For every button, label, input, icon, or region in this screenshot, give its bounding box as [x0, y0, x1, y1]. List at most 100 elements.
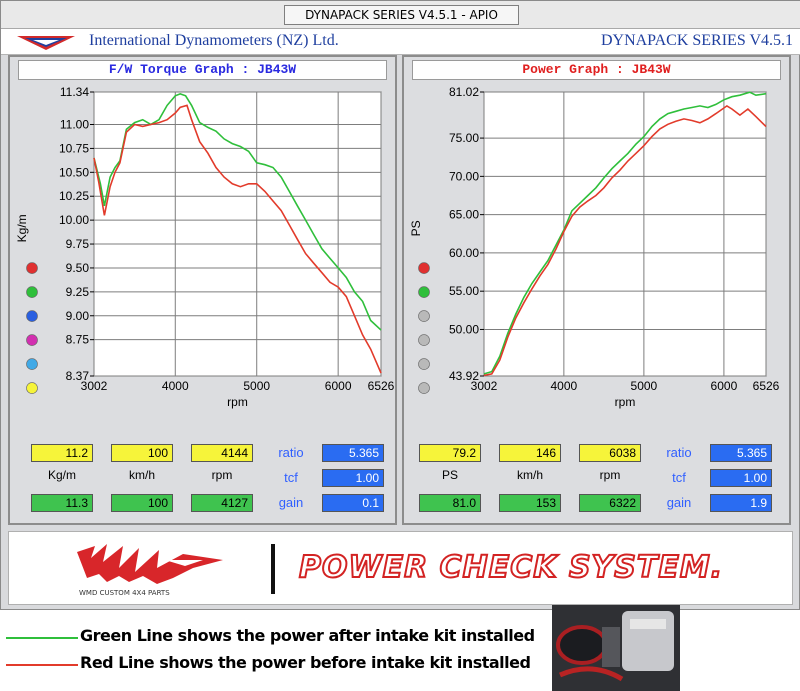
channel-indicator-icon — [418, 382, 430, 394]
power-y-tick-label: 65.00 — [449, 208, 479, 222]
tcf-value: 1.00 — [322, 469, 384, 487]
power-y-tick-label: 75.00 — [449, 131, 479, 145]
current-speed-value: 100 — [111, 444, 173, 462]
power-y-tick-label: 50.00 — [449, 322, 479, 336]
torque-unit-label: Kg/m — [47, 468, 76, 482]
current-rpm-value: 4144 — [191, 444, 253, 462]
channel-indicator-icon — [418, 334, 430, 346]
torque-panel: F/W Torque Graph : JB43W 3002 4000 5000 600… — [8, 55, 397, 525]
power-graph-title: Power Graph : JB43W — [412, 60, 781, 80]
channel-indicator-icon — [26, 382, 38, 394]
power-y-tick-label: 55.00 — [449, 284, 479, 298]
tcf-value: 1.00 — [710, 469, 772, 487]
channel-indicator-icon — [418, 310, 430, 322]
current-torque-value: 11.2 — [31, 444, 93, 462]
banner-divider — [271, 544, 275, 594]
series-name: DYNAPACK SERIES V4.5.1 — [600, 32, 793, 49]
current-rpm-value: 6038 — [579, 444, 641, 462]
channel-indicator-icon — [26, 334, 38, 346]
torque-y-tick-label: 11.00 — [60, 118, 89, 132]
current-speed-value: 146 — [499, 444, 561, 462]
gain-value: 0.1 — [322, 494, 384, 512]
dyno-logo-icon — [17, 36, 75, 50]
channel-indicator-icon — [26, 358, 38, 370]
gain-label: gain — [278, 495, 304, 510]
power-readout: 79.2 146 6038 PS km/h rpm 81.0 153 6322 … — [411, 440, 786, 520]
engine-bay-photo-icon — [552, 605, 680, 691]
power-y-tick-label: 60.00 — [449, 246, 479, 260]
torque-y-tick-label: 9.25 — [66, 285, 90, 299]
brand-bar: International Dynamometers (NZ) Ltd. DYN… — [1, 29, 800, 55]
channel-indicator-icon — [418, 358, 430, 370]
torque-y-tick-label: 9.75 — [66, 237, 90, 251]
ratio-label: ratio — [278, 445, 304, 460]
power-y-tick-label: 81.02 — [449, 85, 479, 99]
peak-power-value: 81.0 — [419, 494, 481, 512]
torque-y-tick-label: 10.50 — [59, 165, 89, 179]
channel-indicator-icon — [26, 262, 38, 274]
power-x-tick-label: 6526 — [753, 379, 780, 393]
green-legend-text: Green Line shows the power after intake … — [80, 626, 535, 645]
channel-indicator-icon — [418, 262, 430, 274]
torque-chart: 3002 4000 5000 6000 652611.3411.0010.7510.50… — [15, 85, 395, 409]
power-y-tick-label: 70.00 — [449, 169, 479, 183]
torque-x-tick-label: 6526 — [368, 379, 395, 393]
intake-kit-photo — [552, 605, 680, 691]
current-power-value: 79.2 — [419, 444, 481, 462]
company-name: International Dynamometers (NZ) Ltd. — [89, 32, 339, 49]
torque-x-axis-label: rpm — [227, 395, 248, 409]
peak-torque-value: 11.3 — [31, 494, 93, 512]
window-title: DYNAPACK SERIES V4.5.1 - APIO — [284, 5, 519, 25]
torque-readout: 11.2 100 4144 Kg/m km/h rpm 11.3 100 412… — [17, 440, 392, 520]
power-x-tick-label: 6000 — [711, 379, 738, 393]
red-legend-text: Red Line shows the power before intake k… — [80, 653, 531, 672]
peak-speed-value: 100 — [111, 494, 173, 512]
power-y-axis-label: PS — [409, 220, 423, 236]
torque-y-tick-label: 10.25 — [59, 189, 89, 203]
power-x-tick-label: 5000 — [631, 379, 658, 393]
torque-y-tick-label: 11.34 — [60, 85, 89, 99]
torque-x-tick-label: 5000 — [243, 379, 270, 393]
torque-x-tick-label: 4000 — [162, 379, 189, 393]
rpm-unit-label: rpm — [211, 468, 233, 482]
title-bar: DYNAPACK SERIES V4.5.1 - APIO — [1, 1, 800, 29]
power-y-tick-label: 43.92 — [449, 369, 479, 383]
peak-rpm-value: 6322 — [579, 494, 641, 512]
torque-y-tick-label: 9.00 — [66, 309, 90, 323]
rpm-unit-label: rpm — [599, 468, 621, 482]
power-unit-label: PS — [441, 468, 458, 482]
torque-y-tick-label: 9.50 — [66, 261, 90, 275]
wmd-logo-icon — [77, 544, 223, 584]
torque-y-tick-label: 10.00 — [59, 213, 89, 227]
channel-indicator-icon — [26, 310, 38, 322]
power-check-banner: WMD CUSTOM 4X4 PARTS POWER CHECK SYSTEM. — [8, 531, 793, 605]
channel-indicator-icon — [26, 286, 38, 298]
tcf-label: tcf — [284, 470, 298, 485]
dynapack-window: DYNAPACK SERIES V4.5.1 - APIO Internatio… — [0, 0, 800, 610]
gain-value: 1.9 — [710, 494, 772, 512]
channel-indicator-icon — [418, 286, 430, 298]
torque-graph-title: F/W Torque Graph : JB43W — [18, 60, 387, 80]
torque-y-axis-label: Kg/m — [15, 214, 29, 242]
speed-unit-label: km/h — [128, 468, 155, 482]
peak-rpm-value: 4127 — [191, 494, 253, 512]
power-panel: Power Graph : JB43W 3002 4000 5000 6000 6526… — [402, 55, 791, 525]
power-x-tick-label: 4000 — [551, 379, 578, 393]
ratio-value: 5.365 — [322, 444, 384, 462]
torque-x-tick-label: 6000 — [325, 379, 352, 393]
green-legend-line — [6, 637, 78, 639]
red-legend-line — [6, 664, 78, 666]
ratio-value: 5.365 — [710, 444, 772, 462]
power-x-axis-label: rpm — [615, 395, 636, 409]
power-check-system-title: POWER CHECK SYSTEM. — [298, 549, 724, 586]
speed-unit-label: km/h — [516, 468, 543, 482]
ratio-label: ratio — [666, 445, 692, 460]
torque-y-tick-label: 8.75 — [66, 333, 90, 347]
gain-label: gain — [666, 495, 692, 510]
torque-y-tick-label: 10.75 — [59, 141, 89, 155]
wmd-caption: WMD CUSTOM 4X4 PARTS — [79, 589, 170, 597]
torque-y-tick-label: 8.37 — [66, 369, 90, 383]
peak-speed-value: 153 — [499, 494, 561, 512]
power-chart: 3002 4000 5000 6000 652681.0275.0070.0065.00… — [409, 85, 780, 409]
tcf-label: tcf — [672, 470, 686, 485]
